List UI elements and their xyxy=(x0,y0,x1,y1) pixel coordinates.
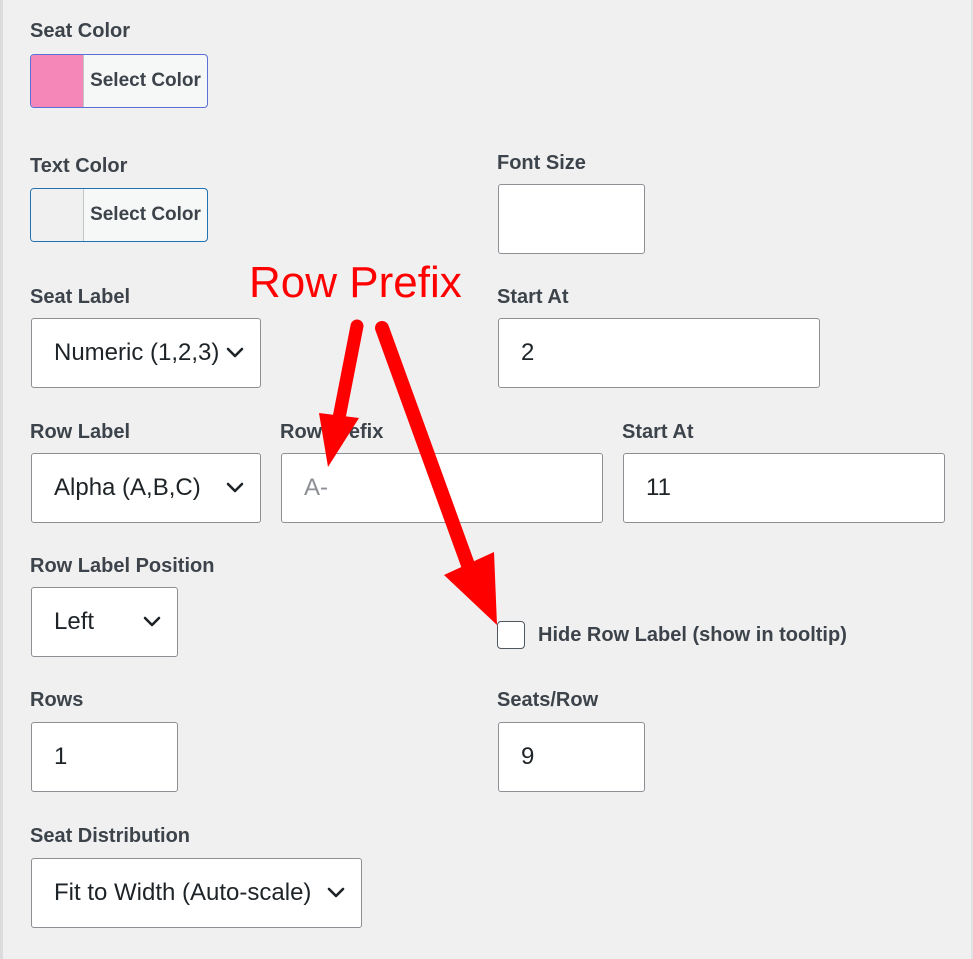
panel-left-border xyxy=(0,0,3,959)
rows-value: 1 xyxy=(54,743,68,770)
row-label-select[interactable]: Alpha (A,B,C) xyxy=(31,453,261,523)
row-prefix-input[interactable]: A- xyxy=(281,453,603,523)
rows-label: Rows xyxy=(30,689,84,711)
row-prefix-label: Row Prefix xyxy=(280,421,384,443)
annotation-arrow-to-prefix-shaft xyxy=(332,319,364,425)
seat-distribution-select[interactable]: Fit to Width (Auto-scale) xyxy=(31,858,362,928)
font-size-label: Font Size xyxy=(497,152,586,174)
rows-input[interactable]: 1 xyxy=(31,722,178,792)
row-start-at-input[interactable]: 11 xyxy=(623,453,945,523)
seat-label-select[interactable]: Numeric (1,2,3) xyxy=(31,318,261,388)
seat-start-at-value: 2 xyxy=(521,339,535,366)
seats-per-row-input[interactable]: 9 xyxy=(498,722,645,792)
text-color-swatch xyxy=(31,189,84,241)
row-start-at-value: 11 xyxy=(646,474,671,501)
row-label-position-select[interactable]: Left xyxy=(31,587,178,657)
row-label-position-label: Row Label Position xyxy=(30,555,215,577)
text-color-label: Text Color xyxy=(30,155,128,177)
text-color-picker-button[interactable]: Select Color xyxy=(30,188,208,242)
seat-color-label: Seat Color xyxy=(30,20,131,42)
chevron-down-icon xyxy=(226,482,244,493)
row-label-value: Alpha (A,B,C) xyxy=(54,474,201,501)
seat-start-at-label: Start At xyxy=(497,286,569,308)
annotation-arrow-to-checkbox-head xyxy=(444,552,497,625)
seat-distribution-value: Fit to Width (Auto-scale) xyxy=(54,879,312,906)
hide-row-label-checkbox[interactable] xyxy=(497,621,525,649)
text-color-button-text: Select Color xyxy=(90,204,201,225)
seat-label-value: Numeric (1,2,3) xyxy=(54,339,220,366)
row-label-position-value: Left xyxy=(54,608,95,635)
row-start-at-label: Start At xyxy=(622,421,694,443)
chevron-down-icon xyxy=(226,347,244,358)
annotation-arrow-to-checkbox-shaft xyxy=(375,321,475,572)
seat-color-swatch xyxy=(31,55,84,107)
seat-start-at-input[interactable]: 2 xyxy=(498,318,820,388)
seat-color-picker-button[interactable]: Select Color xyxy=(30,54,208,108)
row-label-label: Row Label xyxy=(30,421,131,443)
font-size-input[interactable] xyxy=(498,184,645,254)
row-prefix-placeholder: A- xyxy=(304,474,328,501)
annotation-row-prefix-text: Row Prefix xyxy=(249,258,462,307)
seat-label-label: Seat Label xyxy=(30,286,131,308)
seat-color-button-text: Select Color xyxy=(90,70,201,91)
seat-distribution-label: Seat Distribution xyxy=(30,825,191,847)
chevron-down-icon xyxy=(327,887,345,898)
seats-per-row-label: Seats/Row xyxy=(497,689,599,711)
chevron-down-icon xyxy=(143,616,161,627)
seats-per-row-value: 9 xyxy=(521,743,535,770)
hide-row-label-text[interactable]: Hide Row Label (show in tooltip) xyxy=(538,624,847,647)
